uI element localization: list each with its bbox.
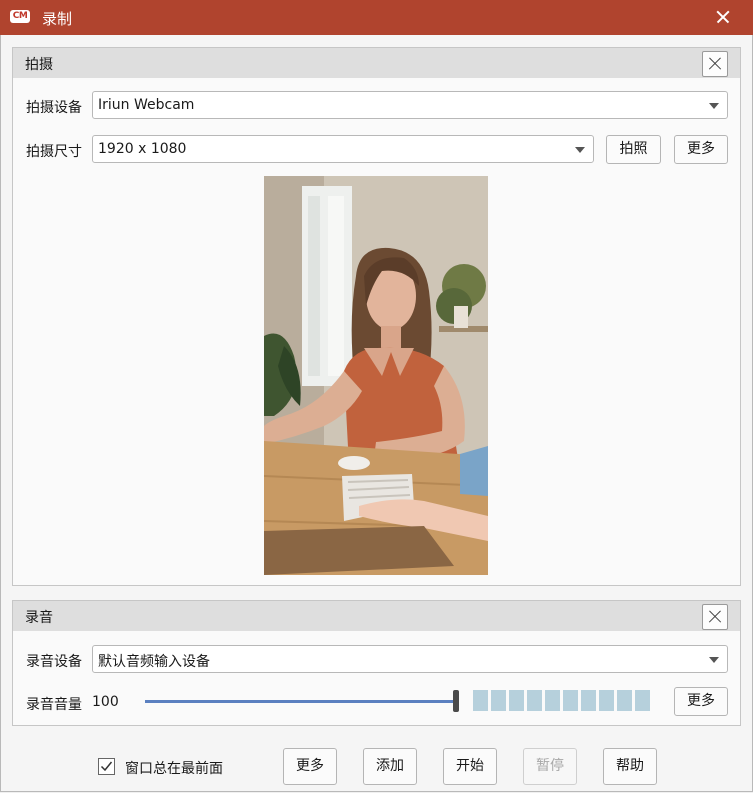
capture-device-label: 拍摄设备 — [26, 100, 82, 116]
app-logo-icon: CM — [10, 10, 30, 23]
pause-button[interactable]: 暂停 — [523, 748, 577, 785]
audio-panel-header: 录音 — [13, 601, 740, 631]
audio-panel-title: 录音 — [25, 610, 53, 626]
capture-more-button[interactable]: 更多 — [674, 135, 728, 164]
snapshot-button[interactable]: 拍照 — [606, 135, 661, 164]
audio-device-select[interactable]: 默认音频输入设备 — [92, 645, 728, 673]
audio-meter-segment — [527, 690, 542, 711]
audio-meter-segment — [563, 690, 578, 711]
audio-level-meter — [473, 690, 650, 711]
volume-slider-thumb[interactable] — [453, 690, 459, 712]
audio-meter-segment — [581, 690, 596, 711]
audio-meter-segment — [491, 690, 506, 711]
camera-preview-image — [264, 176, 488, 575]
checkmark-icon — [100, 761, 113, 772]
capture-size-value: 1920 x 1080 — [98, 141, 187, 157]
audio-device-label: 录音设备 — [26, 654, 82, 670]
audio-meter-segment — [545, 690, 560, 711]
window-close-button[interactable] — [711, 5, 735, 29]
dropdown-arrow-icon — [709, 657, 719, 663]
always-on-top-checkbox[interactable] — [98, 758, 115, 775]
add-button[interactable]: 添加 — [363, 748, 417, 785]
audio-meter-segment — [617, 690, 632, 711]
audio-meter-segment — [635, 690, 650, 711]
capture-device-select[interactable]: Iriun Webcam — [92, 91, 728, 119]
capture-panel-header: 拍摄 — [13, 48, 740, 78]
always-on-top-label: 窗口总在最前面 — [125, 761, 223, 777]
capture-size-select[interactable]: 1920 x 1080 — [92, 135, 594, 163]
capture-size-label: 拍摄尺寸 — [26, 144, 82, 160]
audio-meter-segment — [473, 690, 488, 711]
audio-volume-label: 录音音量 — [26, 697, 82, 713]
capture-panel-close-button[interactable] — [702, 51, 728, 77]
window-title: 录制 — [42, 10, 73, 28]
audio-device-value: 默认音频输入设备 — [98, 654, 210, 670]
audio-panel-close-button[interactable] — [702, 604, 728, 630]
volume-slider-track[interactable] — [145, 700, 456, 703]
capture-device-value: Iriun Webcam — [98, 97, 195, 113]
audio-meter-segment — [599, 690, 614, 711]
title-bar: CM 录制 — [0, 0, 753, 35]
audio-meter-segment — [509, 690, 524, 711]
help-button[interactable]: 帮助 — [603, 748, 657, 785]
audio-more-button[interactable]: 更多 — [674, 687, 728, 716]
dropdown-arrow-icon — [709, 103, 719, 109]
start-button[interactable]: 开始 — [443, 748, 497, 785]
capture-panel-title: 拍摄 — [25, 57, 53, 73]
audio-volume-value: 100 — [92, 694, 119, 710]
dropdown-arrow-icon — [575, 147, 585, 153]
footer-more-button[interactable]: 更多 — [283, 748, 337, 785]
camera-preview — [264, 176, 488, 575]
